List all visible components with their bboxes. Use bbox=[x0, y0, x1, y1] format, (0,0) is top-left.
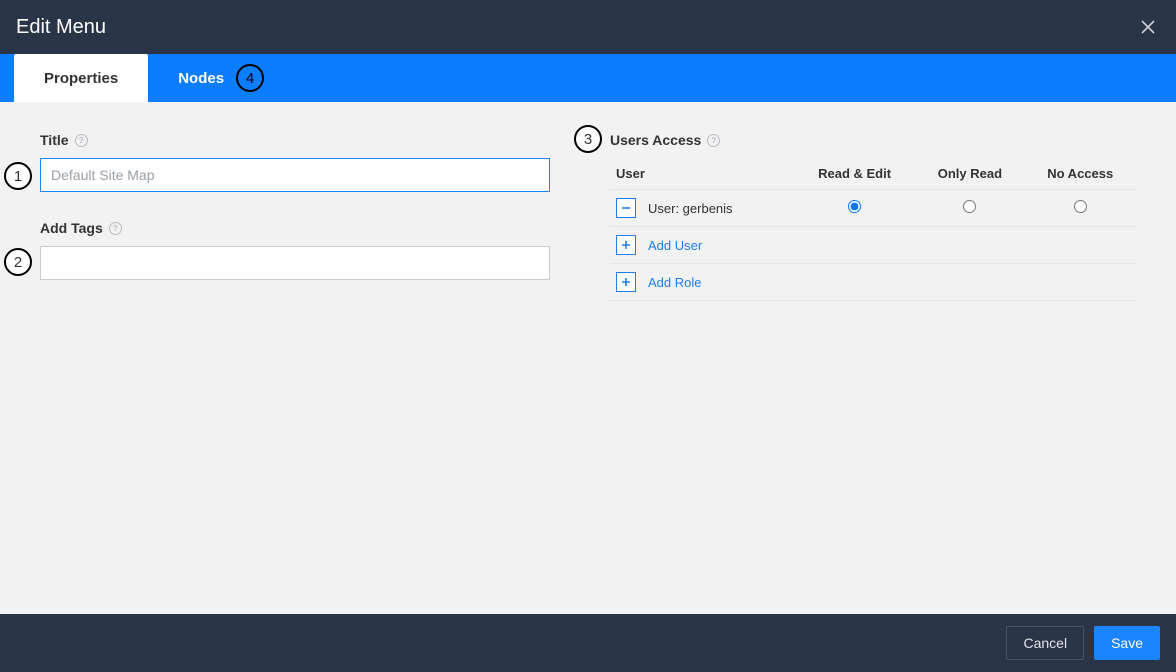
title-label: Title ? bbox=[40, 132, 550, 148]
add-user-row: Add User bbox=[610, 227, 1136, 264]
radio-read-edit[interactable] bbox=[848, 200, 861, 213]
col-no-access: No Access bbox=[1024, 158, 1136, 190]
add-role-link[interactable]: Add Role bbox=[648, 275, 701, 290]
title-field: Title ? 1 bbox=[40, 132, 550, 192]
user-label: User: gerbenis bbox=[648, 201, 733, 216]
add-user-button[interactable] bbox=[616, 235, 636, 255]
table-row: User: gerbenis bbox=[610, 190, 1136, 227]
tags-label: Add Tags ? bbox=[40, 220, 550, 236]
add-role-button[interactable] bbox=[616, 272, 636, 292]
tab-properties[interactable]: Properties bbox=[14, 54, 148, 102]
add-user-link[interactable]: Add User bbox=[648, 238, 702, 253]
annotation-2: 2 bbox=[4, 248, 32, 276]
modal-footer: Cancel Save bbox=[0, 614, 1176, 672]
content-scroll[interactable]: Title ? 1 Add Tags ? 2 bbox=[0, 102, 1176, 614]
modal-title: Edit Menu bbox=[16, 16, 106, 39]
tags-field: Add Tags ? 2 bbox=[40, 220, 550, 280]
right-column: 3 Users Access ? User Read & Edit Only R… bbox=[610, 132, 1136, 308]
tab-bar: Properties Nodes 4 bbox=[0, 54, 1176, 102]
title-input[interactable] bbox=[40, 158, 550, 192]
col-read-edit: Read & Edit bbox=[794, 158, 916, 190]
users-access-table: User Read & Edit Only Read No Access bbox=[610, 158, 1136, 301]
table-header-row: User Read & Edit Only Read No Access bbox=[610, 158, 1136, 190]
tab-label: Nodes bbox=[178, 70, 224, 87]
save-button[interactable]: Save bbox=[1094, 626, 1160, 660]
help-icon[interactable]: ? bbox=[707, 134, 720, 147]
close-icon[interactable] bbox=[1136, 15, 1160, 39]
col-only-read: Only Read bbox=[915, 158, 1024, 190]
annotation-3: 3 bbox=[574, 125, 602, 153]
modal-header: Edit Menu bbox=[0, 0, 1176, 54]
help-icon[interactable]: ? bbox=[109, 222, 122, 235]
tab-label: Properties bbox=[44, 70, 118, 87]
left-column: Title ? 1 Add Tags ? 2 bbox=[40, 132, 550, 308]
remove-user-button[interactable] bbox=[616, 198, 636, 218]
radio-no-access[interactable] bbox=[1074, 200, 1087, 213]
cancel-button[interactable]: Cancel bbox=[1006, 626, 1084, 660]
add-role-row: Add Role bbox=[610, 264, 1136, 301]
users-access-label: 3 Users Access ? bbox=[610, 132, 1136, 148]
col-user: User bbox=[610, 158, 794, 190]
help-icon[interactable]: ? bbox=[75, 134, 88, 147]
content-area: Title ? 1 Add Tags ? 2 bbox=[0, 102, 1176, 614]
radio-only-read[interactable] bbox=[963, 200, 976, 213]
annotation-4: 4 bbox=[236, 64, 264, 92]
annotation-1: 1 bbox=[4, 162, 32, 190]
tags-input[interactable] bbox=[40, 246, 550, 280]
tab-nodes[interactable]: Nodes 4 bbox=[148, 54, 294, 102]
edit-menu-modal: Edit Menu Properties Nodes 4 Title ? bbox=[0, 0, 1176, 672]
